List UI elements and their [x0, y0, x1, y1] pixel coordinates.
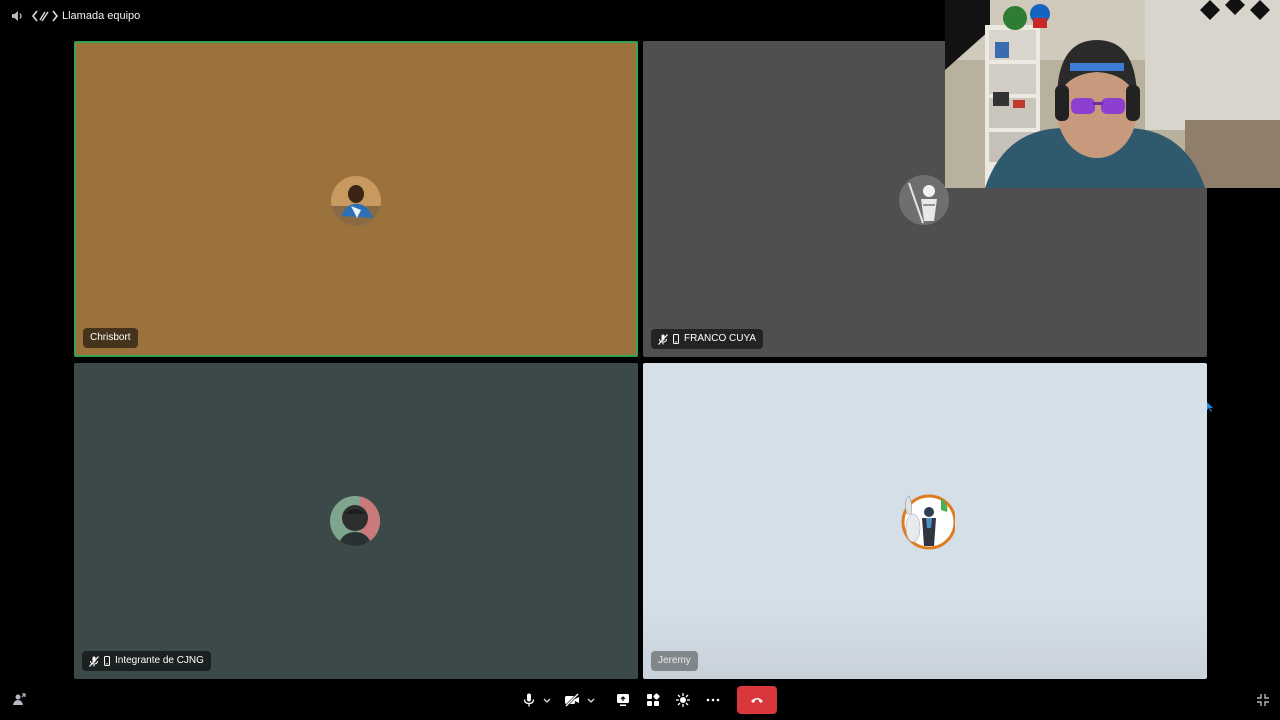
self-camera-preview[interactable]	[945, 0, 1280, 188]
end-call-button[interactable]	[737, 686, 777, 714]
more-options-button[interactable]	[704, 687, 722, 713]
mic-options-button[interactable]	[541, 687, 553, 713]
chevron-down-icon	[587, 698, 595, 703]
camera-button[interactable]	[562, 687, 582, 713]
participant-name: Jeremy	[658, 655, 691, 666]
popout-user-icon[interactable]	[10, 687, 28, 713]
mic-button[interactable]	[520, 687, 538, 713]
screen-share-icon	[617, 694, 629, 706]
camera-options-button[interactable]	[585, 687, 597, 713]
participant-tile[interactable]: Integrante de CJNG	[74, 363, 638, 679]
soundboard-icon	[676, 693, 690, 707]
mobile-icon	[104, 656, 110, 666]
end-call-icon	[751, 698, 763, 703]
call-title: Llamada equipo	[62, 10, 141, 22]
user-avatar	[899, 175, 949, 225]
participant-name-tag: Chrisbort	[83, 328, 138, 348]
participant-name: Chrisbort	[90, 332, 131, 343]
code-brackets-icon[interactable]	[32, 9, 58, 23]
participant-tile[interactable]: Jeremy	[643, 363, 1207, 679]
participant-name-tag: Integrante de CJNG	[82, 651, 211, 671]
participant-name: FRANCO CUYA	[684, 333, 757, 344]
camera-off-icon	[565, 693, 579, 707]
exit-fullscreen-button[interactable]	[1254, 687, 1272, 713]
speaker-icon[interactable]	[10, 9, 24, 23]
call-header: Llamada equipo	[0, 0, 940, 32]
mobile-icon	[673, 334, 679, 344]
exit-fullscreen-icon	[1257, 694, 1269, 706]
call-controls	[0, 680, 1280, 720]
user-avatar	[331, 176, 381, 226]
mic-muted-icon	[658, 333, 668, 345]
soundboard-button[interactable]	[674, 687, 692, 713]
chevron-down-icon	[543, 698, 551, 703]
activities-icon	[647, 693, 660, 706]
user-avatar	[330, 496, 380, 546]
webcam-feed	[945, 0, 1280, 188]
participant-name: Integrante de CJNG	[115, 655, 204, 666]
mic-muted-icon	[89, 655, 99, 667]
activities-button[interactable]	[644, 687, 662, 713]
user-avatar	[899, 494, 957, 550]
participant-tile[interactable]: Chrisbort	[74, 41, 638, 357]
mouse-cursor-icon	[1207, 402, 1213, 412]
more-icon	[706, 698, 720, 702]
mic-icon	[523, 693, 535, 707]
participant-name-tag: Jeremy	[651, 651, 698, 671]
participant-name-tag: FRANCO CUYA	[651, 329, 764, 349]
screen-share-button[interactable]	[614, 687, 632, 713]
